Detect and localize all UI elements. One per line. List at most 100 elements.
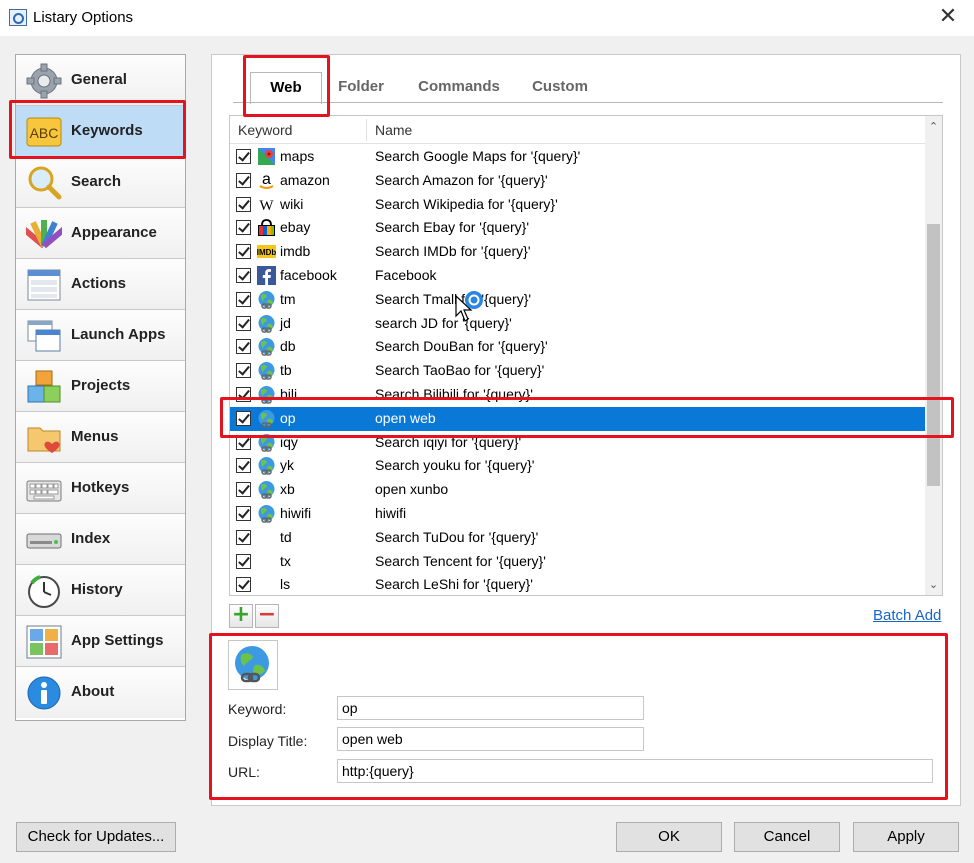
row-keyword: ls <box>280 576 291 593</box>
keyword-label: Keyword: <box>228 701 287 717</box>
keyword-input[interactable] <box>337 696 644 720</box>
scroll-thumb[interactable] <box>927 224 940 486</box>
table-row[interactable]: a amazon Search Amazon for '{query}' <box>230 169 926 193</box>
url-input[interactable] <box>337 759 933 783</box>
magnifier-icon <box>28 166 62 200</box>
imdb-icon: IMDb <box>257 245 276 259</box>
tab-custom[interactable]: Custom <box>525 72 595 104</box>
keyword-icon-picker[interactable] <box>228 640 278 690</box>
sidebar-item-actions[interactable]: Actions <box>16 259 185 310</box>
table-row[interactable]: yk Search youku for '{query}' <box>230 454 926 478</box>
sidebar-item-menus[interactable]: Menus <box>16 412 185 463</box>
row-checkbox[interactable] <box>236 291 251 307</box>
row-name: Search TaoBao for '{query}' <box>375 362 545 379</box>
cubes-icon <box>27 370 61 403</box>
row-checkbox[interactable] <box>236 553 251 569</box>
table-row[interactable]: xb open xunbo <box>230 478 926 502</box>
row-name: Search Ebay for '{query}' <box>375 219 529 236</box>
sidebar-item-general[interactable]: General <box>16 55 185 106</box>
sidebar-item-launch-apps[interactable]: Launch Apps <box>16 310 185 361</box>
sidebar-item-keywords[interactable]: ABC Keywords <box>16 106 185 157</box>
check-for-updates-button[interactable]: Check for Updates... <box>16 822 176 852</box>
sidebar-item-label: About <box>71 683 115 700</box>
ebay-icon <box>258 219 275 237</box>
info-icon <box>27 676 61 710</box>
table-row[interactable]: maps Search Google Maps for '{query}' <box>230 145 926 169</box>
table-row[interactable]: tx Search Tencent for '{query}' <box>230 550 926 574</box>
table-row[interactable]: tb Search TaoBao for '{query}' <box>230 359 926 383</box>
table-row[interactable]: bili Search Bilibili for '{query}' <box>230 383 926 407</box>
row-checkbox[interactable] <box>236 315 251 331</box>
row-checkbox[interactable] <box>236 387 251 402</box>
table-row[interactable]: Wwiki Search Wikipedia for '{query}' <box>230 193 926 217</box>
actions-list-icon <box>27 269 61 301</box>
row-keyword: bili <box>280 386 298 402</box>
row-name: Search Amazon for '{query}' <box>375 171 548 188</box>
row-checkbox[interactable] <box>236 434 251 450</box>
row-checkbox[interactable] <box>236 196 251 212</box>
row-name: open xunbo <box>375 481 449 498</box>
batch-add-link[interactable]: Batch Add <box>873 607 941 624</box>
row-name: Search Wikipedia for '{query}' <box>375 195 558 212</box>
sidebar-item-index[interactable]: Index <box>16 514 185 565</box>
row-checkbox[interactable] <box>236 268 251 283</box>
wikipedia-icon: W <box>259 198 274 214</box>
table-row[interactable]: tm Search Tmall for '{query}' <box>230 288 926 312</box>
table-row[interactable]: ebay Search Ebay for '{query}' <box>230 216 926 240</box>
tab-web[interactable]: Web <box>250 72 322 104</box>
table-row[interactable]: op open web <box>230 406 926 431</box>
column-header-keyword[interactable]: Keyword <box>238 122 292 138</box>
ok-button[interactable]: OK <box>616 822 722 852</box>
row-checkbox[interactable] <box>236 172 251 188</box>
remove-keyword-button[interactable]: − <box>255 604 279 628</box>
row-checkbox[interactable] <box>236 577 251 593</box>
scroll-up-icon[interactable]: ⌃ <box>925 118 942 135</box>
row-name: Search Tencent for '{query}' <box>375 552 546 569</box>
sidebar-item-projects[interactable]: Projects <box>16 361 185 412</box>
row-name: hiwifi <box>375 505 407 521</box>
table-row[interactable]: db Search DouBan for '{query}' <box>230 335 926 359</box>
table-row[interactable]: iqy Search iqiyi for '{query}' <box>230 431 926 455</box>
row-checkbox[interactable] <box>236 529 251 545</box>
table-row[interactable]: IMDb imdb Search IMDb for '{query}' <box>230 240 926 264</box>
table-row[interactable]: jd search JD for '{query}' <box>230 312 926 336</box>
svg-text:IMDb: IMDb <box>257 248 276 257</box>
scroll-down-icon[interactable]: ⌄ <box>925 576 942 593</box>
clock-icon <box>28 575 60 608</box>
sidebar-item-appearance[interactable]: Appearance <box>16 208 185 259</box>
row-checkbox[interactable] <box>236 244 251 260</box>
cancel-button[interactable]: Cancel <box>734 822 840 852</box>
tab-folder[interactable]: Folder <box>330 72 392 104</box>
column-separator[interactable] <box>366 119 367 141</box>
row-checkbox[interactable] <box>236 363 251 379</box>
display-title-input[interactable] <box>337 727 644 751</box>
row-checkbox[interactable] <box>236 506 251 521</box>
row-checkbox[interactable] <box>236 149 251 164</box>
column-header-name[interactable]: Name <box>375 122 412 138</box>
row-checkbox[interactable] <box>236 458 251 474</box>
table-row[interactable]: hiwifi hiwifi <box>230 502 926 526</box>
close-icon[interactable]: ✕ <box>934 4 962 30</box>
sidebar-item-history[interactable]: History <box>16 565 185 616</box>
amazon-icon: a <box>259 171 274 189</box>
apply-button[interactable]: Apply <box>853 822 959 852</box>
gear-icon <box>26 63 62 99</box>
sidebar-item-search[interactable]: Search <box>16 157 185 208</box>
list-scrollbar[interactable]: ⌃ ⌄ <box>925 116 942 595</box>
row-checkbox[interactable] <box>236 482 251 498</box>
row-checkbox[interactable] <box>236 410 251 426</box>
table-row[interactable]: facebook Facebook <box>230 264 926 288</box>
row-checkbox[interactable] <box>236 339 251 355</box>
table-row[interactable]: ls Search LeShi for '{query}' <box>230 573 926 595</box>
row-keyword: facebook <box>280 267 337 283</box>
sidebar-item-label: Index <box>71 530 111 547</box>
sidebar-item-about[interactable]: About <box>16 667 185 718</box>
sidebar-item-app-settings[interactable]: App Settings <box>16 616 185 667</box>
row-checkbox[interactable] <box>236 220 251 236</box>
row-keyword: td <box>280 528 292 545</box>
sidebar-item-hotkeys[interactable]: Hotkeys <box>16 463 185 514</box>
add-keyword-button[interactable]: + <box>229 604 253 628</box>
tab-commands[interactable]: Commands <box>412 72 506 104</box>
table-row[interactable]: td Search TuDou for '{query}' <box>230 526 926 550</box>
row-name: Search DouBan for '{query}' <box>375 338 548 355</box>
